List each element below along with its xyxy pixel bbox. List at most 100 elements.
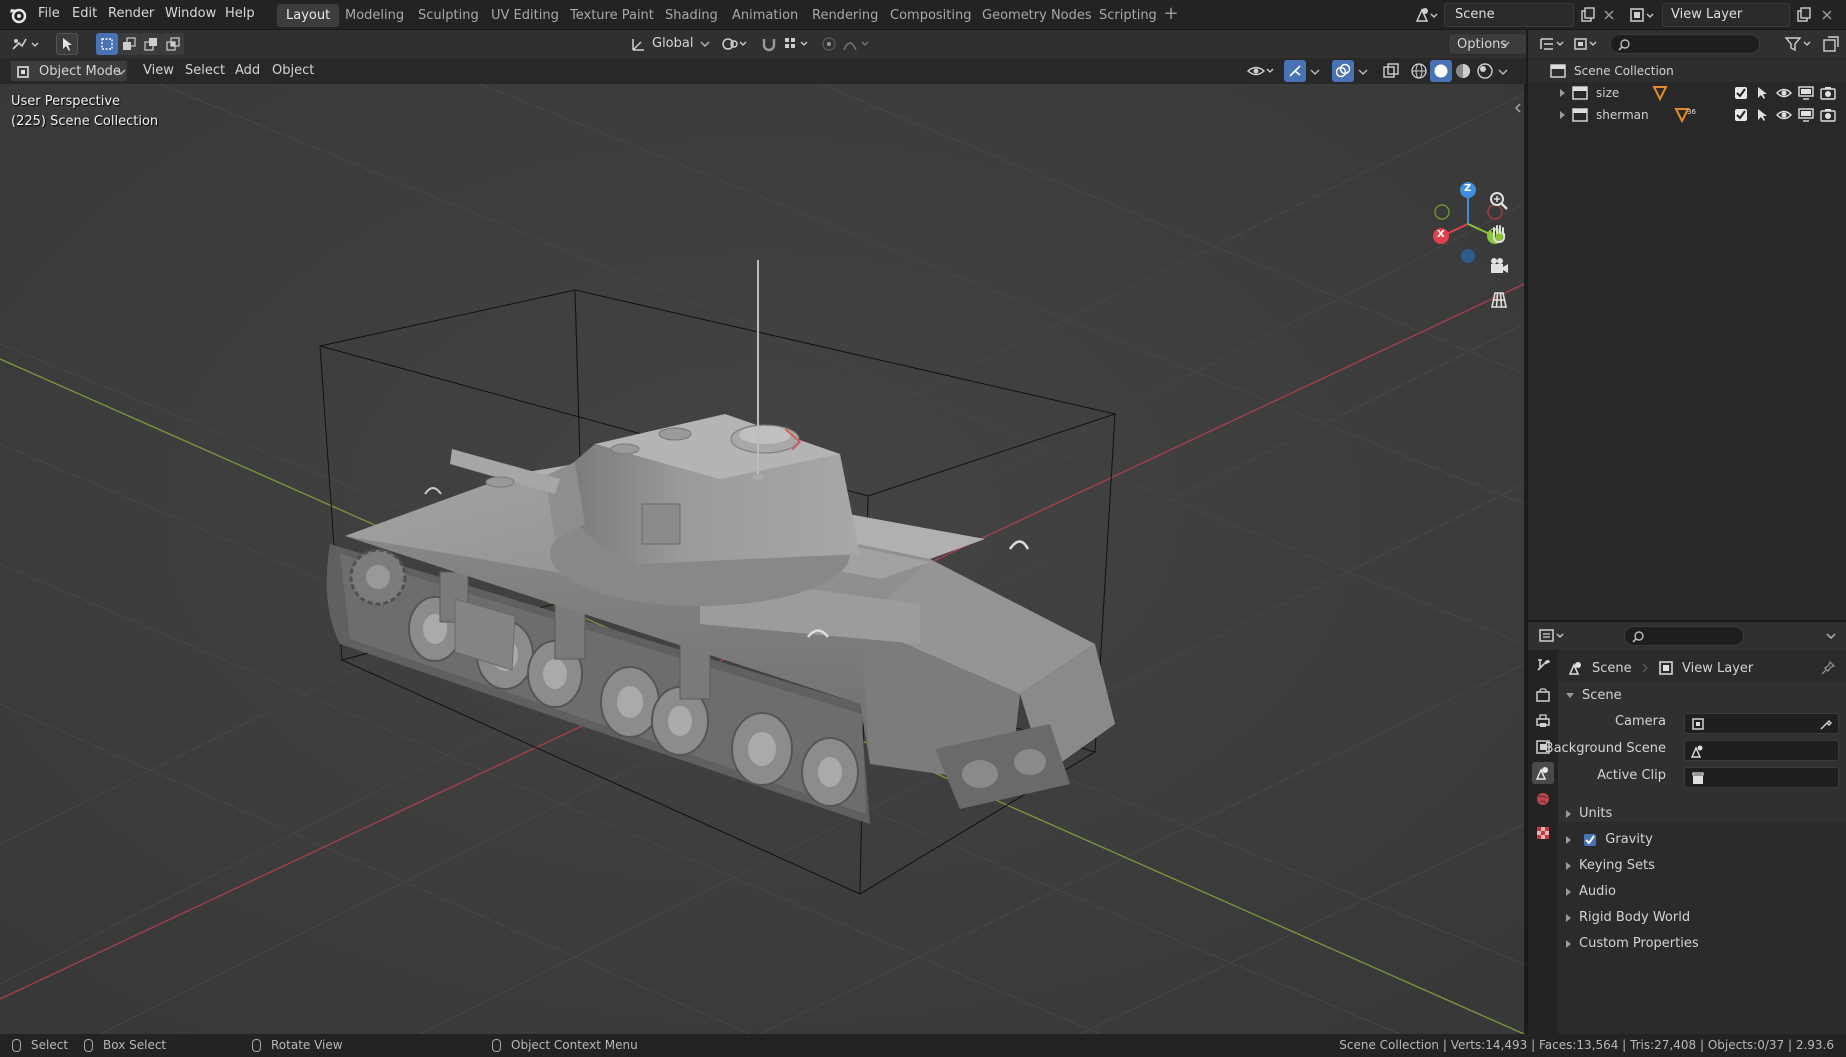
camera-field[interactable] — [1684, 713, 1839, 734]
tab-uv-editing[interactable]: UV Editing — [482, 4, 568, 27]
wireframe-shading-icon[interactable] — [1410, 62, 1428, 80]
outliner-search-input[interactable] — [1610, 34, 1760, 54]
background-scene-field[interactable] — [1684, 740, 1839, 761]
material-preview-icon[interactable] — [1454, 62, 1472, 80]
display-mode-icon[interactable] — [1572, 35, 1602, 53]
exclude-checkbox-icon[interactable] — [1734, 86, 1748, 100]
monitor-viewport-icon[interactable] — [1798, 86, 1814, 100]
gizmo-toggle-button[interactable] — [1284, 60, 1306, 82]
select-mode-new-button[interactable] — [96, 33, 118, 55]
selectable-arrow-icon[interactable] — [1756, 108, 1770, 122]
visibility-filter-icon[interactable] — [1246, 62, 1276, 80]
menu-add[interactable]: Add — [235, 60, 260, 82]
tab-compositing[interactable]: Compositing — [881, 4, 981, 27]
menu-render[interactable]: Render — [108, 6, 154, 21]
scene-selector-icon[interactable] — [1414, 6, 1440, 24]
menu-select[interactable]: Select — [185, 60, 225, 82]
section-audio[interactable]: Audio — [1566, 884, 1616, 899]
menu-file[interactable]: File — [38, 6, 60, 21]
pan-hand-icon[interactable] — [1487, 222, 1511, 246]
camera-render-icon[interactable] — [1820, 108, 1836, 122]
options-dropdown[interactable]: Options — [1448, 33, 1531, 55]
filter-icon[interactable] — [1784, 35, 1814, 53]
add-workspace-button[interactable]: + — [1162, 4, 1180, 26]
outliner-editor-type-icon[interactable] — [1538, 35, 1568, 53]
snap-target-icon[interactable] — [782, 35, 812, 53]
tab-rendering[interactable]: Rendering — [803, 4, 887, 27]
outliner-item-size[interactable]: size — [1528, 82, 1846, 104]
outliner-item-sherman[interactable]: sherman 36 — [1528, 104, 1846, 126]
chevron-down-icon[interactable] — [1358, 68, 1368, 76]
scene-panel-header[interactable]: Scene — [1566, 688, 1622, 703]
select-mode-subtract-button[interactable] — [140, 33, 162, 55]
section-keying-sets[interactable]: Keying Sets — [1566, 858, 1655, 873]
tab-modeling[interactable]: Modeling — [336, 4, 413, 27]
tab-sculpting[interactable]: Sculpting — [409, 4, 488, 27]
zoom-icon[interactable] — [1487, 189, 1511, 213]
new-scene-icon[interactable] — [1580, 7, 1596, 23]
expand-arrow-icon[interactable] — [1560, 111, 1565, 119]
tab-scene[interactable] — [1532, 762, 1554, 784]
tab-texture-paint[interactable]: Texture Paint — [561, 4, 663, 27]
chevron-down-icon[interactable] — [1310, 68, 1320, 76]
selectable-arrow-icon[interactable] — [1756, 86, 1770, 100]
section-custom-properties[interactable]: Custom Properties — [1566, 936, 1699, 951]
chevron-down-icon[interactable] — [1826, 632, 1836, 640]
menu-edit[interactable]: Edit — [72, 6, 97, 21]
camera-render-icon[interactable] — [1820, 86, 1836, 100]
new-collection-icon[interactable] — [1822, 35, 1840, 53]
properties-search-input[interactable] — [1624, 626, 1744, 646]
blender-logo-icon[interactable] — [8, 5, 28, 25]
tab-output[interactable] — [1532, 710, 1554, 732]
menu-help[interactable]: Help — [225, 6, 255, 21]
expand-arrow-icon[interactable] — [1560, 89, 1565, 97]
pin-icon[interactable] — [1820, 660, 1836, 676]
tab-animation[interactable]: Animation — [723, 4, 807, 27]
ortho-grid-icon[interactable] — [1487, 288, 1511, 312]
tab-render[interactable] — [1532, 684, 1554, 706]
chevron-down-icon[interactable] — [1498, 68, 1508, 76]
eye-visibility-icon[interactable] — [1776, 108, 1792, 122]
view-layer-selector-icon[interactable] — [1628, 6, 1658, 24]
snap-toggle-button[interactable] — [758, 33, 780, 55]
select-mode-intersect-button[interactable] — [162, 33, 184, 55]
proportional-falloff-icon[interactable] — [842, 35, 872, 53]
rendered-shading-icon[interactable] — [1476, 62, 1494, 80]
camera-view-icon[interactable] — [1487, 255, 1511, 279]
tab-scripting[interactable]: Scripting — [1090, 4, 1166, 27]
section-rigid-body-world[interactable]: Rigid Body World — [1566, 910, 1690, 925]
overlays-toggle-button[interactable] — [1332, 60, 1354, 82]
sidebar-toggle-icon[interactable] — [1514, 102, 1522, 114]
monitor-viewport-icon[interactable] — [1798, 108, 1814, 122]
select-mode-extend-button[interactable] — [118, 33, 140, 55]
menu-view[interactable]: View — [143, 60, 174, 82]
delete-view-layer-icon[interactable] — [1820, 8, 1834, 22]
3d-viewport[interactable]: Z X Y User Perspective (225) Scene Colle… — [0, 84, 1524, 1034]
properties-editor-type-icon[interactable] — [1538, 627, 1568, 645]
new-view-layer-icon[interactable] — [1796, 7, 1812, 23]
exclude-checkbox-icon[interactable] — [1734, 108, 1748, 122]
menu-object[interactable]: Object — [272, 60, 314, 82]
tab-texture[interactable] — [1532, 822, 1554, 844]
section-units[interactable]: Units — [1566, 806, 1612, 821]
select-tool-button[interactable] — [56, 33, 78, 55]
eye-visibility-icon[interactable] — [1776, 86, 1792, 100]
tab-tool[interactable] — [1532, 654, 1554, 676]
view-layer-name-field[interactable]: View Layer — [1662, 3, 1790, 27]
scene-name-field[interactable]: Scene — [1444, 3, 1574, 27]
solid-shading-button[interactable] — [1430, 60, 1452, 82]
delete-scene-icon[interactable] — [1602, 8, 1616, 22]
section-gravity[interactable]: Gravity — [1566, 832, 1653, 847]
tab-shading[interactable]: Shading — [656, 4, 727, 27]
gravity-checkbox-icon[interactable] — [1583, 833, 1597, 847]
pivot-point-icon[interactable] — [720, 35, 750, 53]
editor-type-icon[interactable] — [10, 35, 42, 53]
proportional-editing-icon[interactable] — [820, 35, 838, 53]
xray-toggle-icon[interactable] — [1382, 62, 1400, 80]
tab-layout[interactable]: Layout — [277, 4, 340, 27]
eyedropper-icon[interactable] — [1819, 717, 1833, 731]
tab-geometry-nodes[interactable]: Geometry Nodes — [973, 4, 1101, 27]
menu-window[interactable]: Window — [165, 6, 216, 21]
tab-world[interactable] — [1532, 788, 1554, 810]
active-clip-field[interactable] — [1684, 767, 1839, 788]
